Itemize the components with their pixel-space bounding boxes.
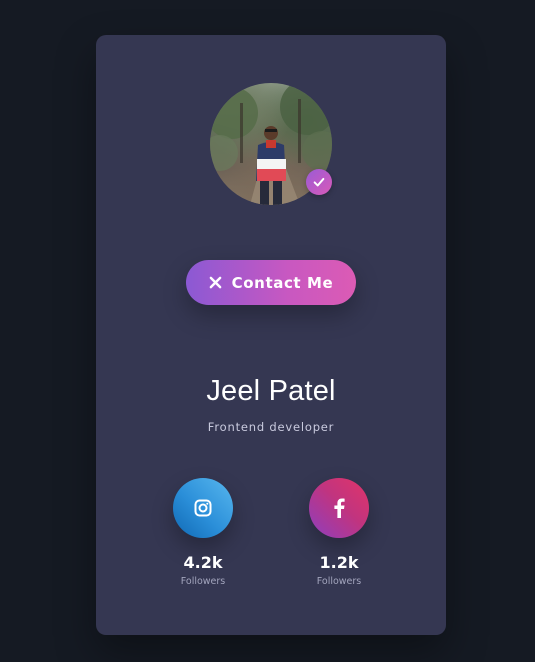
instagram-followers-label: Followers xyxy=(180,576,226,587)
facebook-followers-label: Followers xyxy=(316,576,362,587)
close-icon xyxy=(209,276,222,289)
instagram-stat: 4.2k Followers xyxy=(153,478,253,587)
verified-badge xyxy=(306,169,332,195)
profile-name: Jeel Patel xyxy=(206,375,336,407)
facebook-icon xyxy=(334,498,345,518)
contact-me-label: Contact Me xyxy=(231,273,334,292)
contact-me-button[interactable]: Contact Me xyxy=(186,260,356,305)
instagram-followers-count: 4.2k xyxy=(183,553,223,572)
facebook-button[interactable] xyxy=(309,478,369,538)
facebook-followers-count: 1.2k xyxy=(319,553,359,572)
profile-card: Contact Me Jeel Patel Frontend developer… xyxy=(96,35,446,635)
check-icon xyxy=(313,177,325,187)
instagram-button[interactable] xyxy=(173,478,233,538)
instagram-icon xyxy=(194,499,212,517)
page-background: Contact Me Jeel Patel Frontend developer… xyxy=(0,0,535,662)
profile-role: Frontend developer xyxy=(207,420,335,434)
avatar-container xyxy=(210,83,332,205)
facebook-stat: 1.2k Followers xyxy=(289,478,389,587)
